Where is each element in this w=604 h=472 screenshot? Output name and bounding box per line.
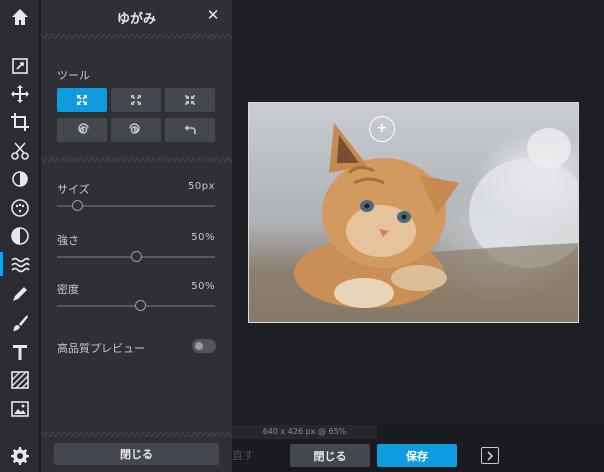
crop-icon: [11, 113, 29, 131]
crosshair-icon: +: [376, 121, 388, 136]
push-tool-button[interactable]: [57, 88, 107, 112]
picture-icon: [11, 401, 29, 417]
crop-button[interactable]: [0, 108, 40, 136]
density-label: 密度: [57, 283, 79, 296]
hq-preview-toggle[interactable]: [192, 339, 216, 353]
close-button[interactable]: 閉じる: [290, 444, 370, 467]
close-icon[interactable]: ✕: [206, 8, 220, 23]
adjust-button[interactable]: [0, 52, 40, 80]
panel-divider: [41, 34, 232, 39]
main-toolbar: [0, 0, 40, 472]
half-circle-icon: [11, 227, 29, 245]
chevron-right-icon: [487, 450, 494, 461]
vignette-button[interactable]: [0, 222, 40, 250]
bottom-divider: [41, 432, 232, 437]
panel-toggle-button[interactable]: [481, 447, 499, 464]
texture-button[interactable]: [0, 366, 40, 394]
size-value: 50px: [188, 181, 215, 192]
restore-tool-button[interactable]: [165, 118, 215, 142]
move-button[interactable]: [0, 80, 40, 108]
settings-button[interactable]: [0, 442, 40, 470]
dots-circle-icon: [11, 199, 29, 217]
strength-label: 強さ: [57, 234, 79, 247]
waves-icon: [11, 257, 30, 273]
kitten-illustration: [249, 123, 578, 322]
bloat-tool-button[interactable]: [111, 88, 161, 112]
panel-title: ゆがみ: [116, 11, 156, 27]
home-icon: [12, 9, 28, 25]
image-button[interactable]: [0, 395, 40, 423]
active-indicator: [0, 252, 3, 276]
cut-button[interactable]: [0, 137, 40, 165]
home-button[interactable]: [0, 3, 40, 31]
move-arrows-icon: [11, 85, 29, 103]
swirl-right-icon: [129, 123, 140, 134]
redo-button[interactable]: 直す: [232, 445, 266, 467]
hatch-square-icon: [11, 371, 29, 389]
exposure-icon: [12, 171, 28, 187]
liquify-panel: ゆがみ ✕ ツール サイズ 50px 強さ 50% 密度 50% 高品質プレビュ…: [41, 0, 232, 472]
twirl-right-tool-button[interactable]: [111, 118, 161, 142]
pinch-arrows-icon: [184, 94, 196, 106]
pinch-tool-button[interactable]: [165, 88, 215, 112]
exposure-button[interactable]: [0, 165, 40, 193]
swirl-left-icon: [78, 123, 89, 134]
strength-value: 50%: [191, 232, 215, 243]
text-button[interactable]: [0, 338, 40, 366]
brush-button[interactable]: [0, 309, 40, 337]
strength-slider-knob[interactable]: [130, 251, 142, 262]
size-label: サイズ: [57, 183, 90, 196]
hq-preview-label: 高品質プレビュー: [57, 342, 145, 355]
liquify-button[interactable]: [0, 250, 40, 278]
brush-icon: [13, 315, 28, 331]
pen-icon: [13, 287, 27, 301]
save-button[interactable]: 保存: [377, 444, 457, 467]
undo-arrow-icon: [184, 125, 196, 134]
scissors-icon: [11, 142, 29, 160]
image-info: 640 x 426 px @ 65%: [232, 425, 377, 439]
kitten-photo[interactable]: +: [248, 102, 579, 323]
twirl-left-tool-button[interactable]: [57, 118, 107, 142]
density-value: 50%: [191, 281, 215, 292]
photo-editor: ゆがみ ✕ ツール サイズ 50px 強さ 50% 密度 50% 高品質プレビュ…: [0, 0, 604, 472]
density-slider-knob[interactable]: [134, 300, 146, 311]
bloat-arrows-icon: [131, 95, 141, 105]
tools-divider: [41, 157, 232, 162]
expand-arrows-icon: [77, 95, 87, 105]
filter-button[interactable]: [0, 194, 40, 222]
panel-close-button[interactable]: 閉じる: [54, 443, 219, 465]
canvas-area: +: [232, 0, 604, 425]
gear-icon: [11, 447, 29, 465]
text-icon: [13, 345, 27, 360]
tools-label: ツール: [57, 69, 90, 82]
draw-button[interactable]: [0, 280, 40, 308]
toggle-knob: [195, 342, 203, 350]
size-slider-knob[interactable]: [71, 200, 83, 211]
edit-square-icon: [12, 58, 28, 74]
bottom-bar: 640 x 426 px @ 65% 直す 閉じる 保存: [232, 425, 604, 472]
